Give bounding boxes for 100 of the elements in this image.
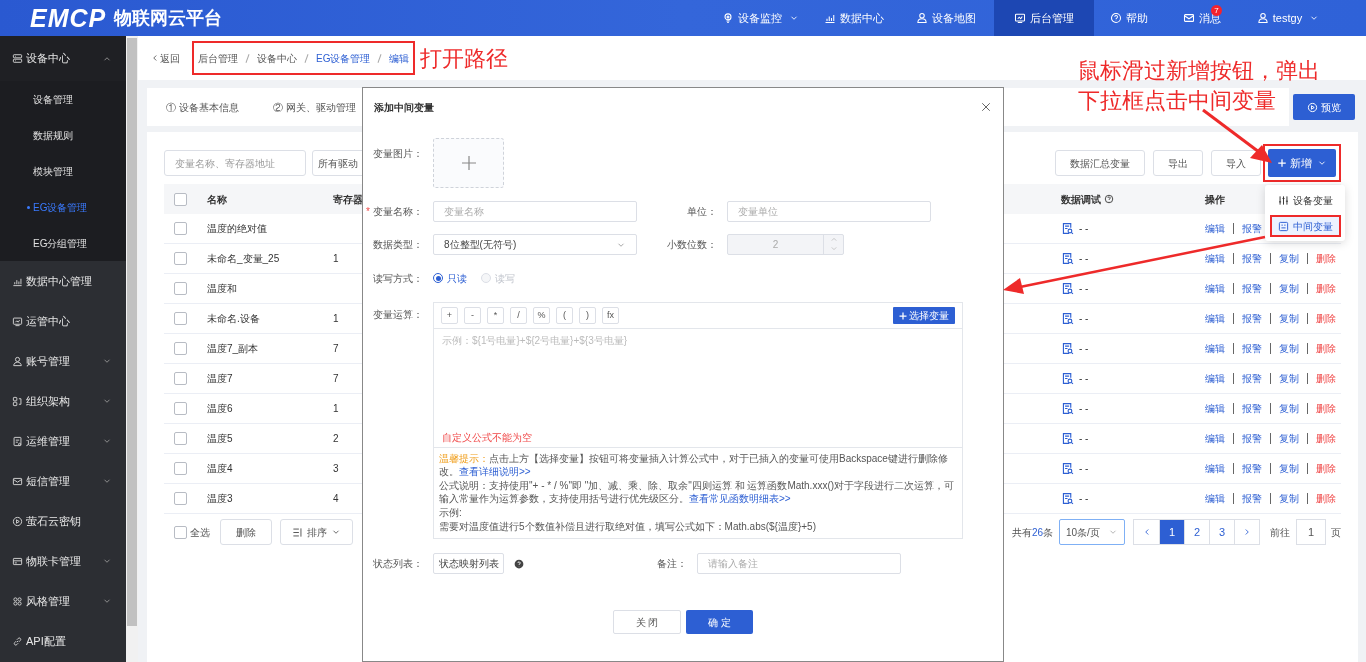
action-link[interactable]: 删除 <box>1316 251 1336 266</box>
checkbox[interactable] <box>173 252 187 265</box>
sidebar-item[interactable]: 账号管理 <box>0 341 126 381</box>
operator-button[interactable]: ( <box>556 307 573 324</box>
checkbox[interactable] <box>173 312 187 325</box>
page-input[interactable]: 1 <box>1296 519 1326 545</box>
action-link[interactable]: 编辑 <box>1205 401 1225 416</box>
functions-link[interactable]: 查看常见函数明细表>> <box>689 493 791 504</box>
checkbox[interactable] <box>173 372 187 385</box>
page-size-select[interactable]: 10条/页 <box>1059 519 1125 545</box>
back-link[interactable]: 返回 <box>150 50 180 66</box>
nav-item[interactable]: 后台管理 <box>994 0 1094 36</box>
breadcrumb-link[interactable]: EG设备管理 <box>316 50 371 66</box>
action-link[interactable]: 报警 <box>1242 461 1262 476</box>
action-link[interactable]: 编辑 <box>1205 431 1225 446</box>
checkbox[interactable] <box>173 492 187 505</box>
unit-field[interactable]: 变量单位 <box>727 201 931 222</box>
sidebar-item[interactable]: 组织架构 <box>0 381 126 421</box>
details-link[interactable]: 查看详细说明>> <box>459 466 531 477</box>
toolbar-button[interactable]: 数据汇总变量 <box>1055 150 1145 176</box>
remark-field[interactable]: 请输入备注 <box>697 553 901 574</box>
action-link[interactable]: 报警 <box>1242 491 1262 506</box>
action-link[interactable]: 删除 <box>1316 461 1336 476</box>
breadcrumb-link[interactable]: 编辑 <box>389 50 410 66</box>
action-link[interactable]: 复制 <box>1279 461 1299 476</box>
checkbox[interactable] <box>173 282 187 295</box>
nav-item[interactable]: 帮助 <box>1094 0 1164 36</box>
sidebar-subitem[interactable]: 设备管理 <box>0 81 126 117</box>
sort-button[interactable]: 排序 <box>280 519 353 545</box>
search-field[interactable]: 变量名称、寄存器地址 <box>164 150 306 176</box>
checkbox[interactable] <box>174 525 187 539</box>
action-link[interactable]: 删除 <box>1316 341 1336 356</box>
action-link[interactable]: 编辑 <box>1205 251 1225 266</box>
add-button[interactable]: 新增 <box>1268 149 1336 177</box>
action-link[interactable]: 复制 <box>1279 341 1299 356</box>
operator-button[interactable]: ) <box>579 307 596 324</box>
action-link[interactable]: 编辑 <box>1205 311 1225 326</box>
action-link[interactable]: 删除 <box>1316 281 1336 296</box>
toolbar-button[interactable]: 导出 <box>1153 150 1203 176</box>
nav-item[interactable]: testgy <box>1240 0 1336 36</box>
nav-item[interactable]: 数据中心 <box>810 0 898 36</box>
data-type-select[interactable]: 8位整型(无符号) <box>433 234 637 255</box>
action-link[interactable]: 删除 <box>1316 311 1336 326</box>
checkbox[interactable] <box>173 222 187 235</box>
name-field[interactable]: 变量名称 <box>433 201 637 222</box>
delete-button[interactable]: 删除 <box>220 519 272 545</box>
close-icon[interactable] <box>981 102 991 112</box>
checkbox[interactable] <box>173 402 187 415</box>
status-mapping-button[interactable]: 状态映射列表 <box>433 553 504 574</box>
action-link[interactable]: 删除 <box>1316 491 1336 506</box>
checkbox[interactable] <box>173 462 187 475</box>
toolbar-button[interactable]: 导入 <box>1211 150 1261 176</box>
action-link[interactable]: 报警 <box>1242 341 1262 356</box>
action-link[interactable]: 复制 <box>1279 431 1299 446</box>
step-tab[interactable]: ① 设备基本信息 <box>166 99 239 115</box>
page-button[interactable]: 1 <box>1159 520 1184 544</box>
operator-button[interactable]: % <box>533 307 550 324</box>
menu-item[interactable]: 设备变量 <box>1271 189 1339 211</box>
operator-button[interactable]: - <box>464 307 481 324</box>
action-link[interactable]: 复制 <box>1279 281 1299 296</box>
sidebar-item[interactable]: 数据中心管理 <box>0 261 126 301</box>
sidebar-item[interactable]: 风格管理 <box>0 581 126 621</box>
select-all-label[interactable]: 全选 <box>190 524 210 540</box>
operator-button[interactable]: / <box>510 307 527 324</box>
action-link[interactable]: 编辑 <box>1205 281 1225 296</box>
confirm-button[interactable]: 确 定 <box>686 610 753 634</box>
breadcrumb-link[interactable]: 后台管理 <box>198 50 238 66</box>
action-link[interactable]: 报警 <box>1242 251 1262 266</box>
action-link[interactable]: 复制 <box>1279 371 1299 386</box>
action-link[interactable]: 删除 <box>1316 401 1336 416</box>
action-link[interactable]: 报警 <box>1242 431 1262 446</box>
action-link[interactable]: 复制 <box>1279 251 1299 266</box>
checkbox[interactable] <box>173 432 187 445</box>
menu-item[interactable]: 中间变量 <box>1269 215 1341 237</box>
image-upload[interactable] <box>433 138 504 188</box>
action-link[interactable]: 报警 <box>1242 371 1262 386</box>
sidebar-item[interactable]: 运管中心 <box>0 301 126 341</box>
nav-item[interactable]: 设备监控 <box>710 0 810 36</box>
sidebar-item[interactable]: 运维管理 <box>0 421 126 461</box>
breadcrumb-link[interactable]: 设备中心 <box>257 50 297 66</box>
scrollbar-thumb[interactable] <box>127 38 137 626</box>
radio-option[interactable]: 只读 <box>433 270 467 286</box>
action-link[interactable]: 编辑 <box>1205 491 1225 506</box>
step-tab[interactable]: ② 网关、驱动管理 <box>272 99 356 115</box>
sidebar-item[interactable]: 萤石云密钥 <box>0 501 126 541</box>
operator-button[interactable]: + <box>441 307 458 324</box>
action-link[interactable]: 报警 <box>1242 401 1262 416</box>
action-link[interactable]: 报警 <box>1242 281 1262 296</box>
sidebar-subitem[interactable]: 数据规则 <box>0 117 126 153</box>
action-link[interactable]: 编辑 <box>1205 221 1225 236</box>
action-link[interactable]: 删除 <box>1316 431 1336 446</box>
sidebar-item[interactable]: 物联卡管理 <box>0 541 126 581</box>
checkbox[interactable] <box>173 192 187 206</box>
close-button[interactable]: 关 闭 <box>613 610 681 634</box>
action-link[interactable]: 复制 <box>1279 491 1299 506</box>
action-link[interactable]: 报警 <box>1242 311 1262 326</box>
operator-button[interactable]: fx <box>602 307 619 324</box>
action-link[interactable]: 编辑 <box>1205 461 1225 476</box>
sidebar-item[interactable]: API配置 <box>0 621 126 661</box>
checkbox[interactable] <box>173 342 187 355</box>
